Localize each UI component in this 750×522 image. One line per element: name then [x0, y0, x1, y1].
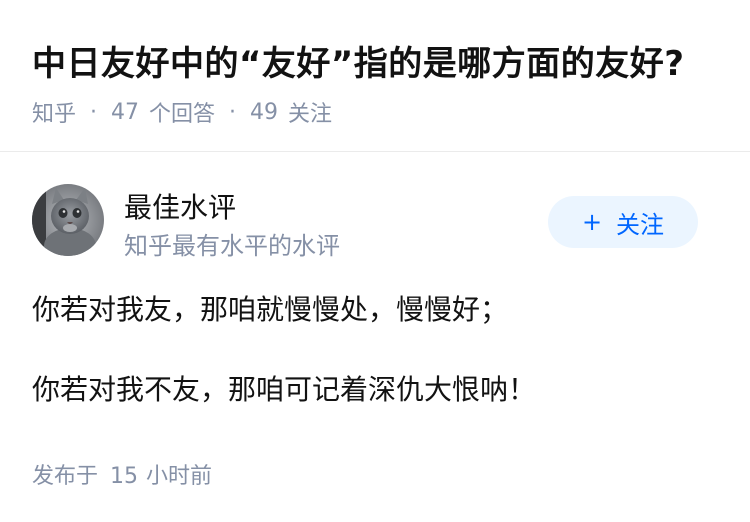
answer-body: 你若对我友，那咱就慢慢处，慢慢好； 你若对我不友，那咱可记着深仇大恨呐！: [32, 290, 718, 410]
question-header: 中日友好中的“友好”指的是哪方面的友好? 知乎 · 47 个回答 · 49 关注: [0, 0, 750, 152]
answer-paragraph: 你若对我友，那咱就慢慢处，慢慢好；: [32, 293, 509, 326]
answer-count: 47: [111, 99, 140, 125]
answer-publish-time: 发布于 15 小时前: [32, 458, 212, 490]
plus-icon: +: [581, 208, 603, 236]
follow-button[interactable]: + 关注: [548, 196, 698, 248]
author-bio: 知乎最有水平的水评: [124, 232, 340, 260]
time-unit: 小时前: [146, 464, 213, 489]
meta-separator: ·: [229, 99, 237, 125]
question-title[interactable]: 中日友好中的“友好”指的是哪方面的友好?: [32, 36, 684, 85]
follower-count: 49: [250, 99, 279, 125]
question-meta: 知乎 · 47 个回答 · 49 关注: [32, 96, 332, 128]
time-prefix: 发布于: [32, 464, 99, 489]
answer-count-label: 个回答: [149, 102, 216, 127]
author-name[interactable]: 最佳水评: [124, 186, 236, 226]
answer-paragraph: 你若对我不友，那咱可记着深仇大恨呐！: [32, 373, 537, 406]
author-row: 最佳水评 知乎最有水平的水评 + 关注: [32, 184, 718, 262]
time-value: 15: [110, 464, 139, 489]
follow-button-label: 关注: [616, 210, 665, 239]
follower-count-label: 关注: [288, 102, 333, 127]
cat-avatar-icon[interactable]: [32, 184, 104, 256]
meta-separator: ·: [90, 99, 98, 125]
source-label[interactable]: 知乎: [32, 96, 76, 128]
